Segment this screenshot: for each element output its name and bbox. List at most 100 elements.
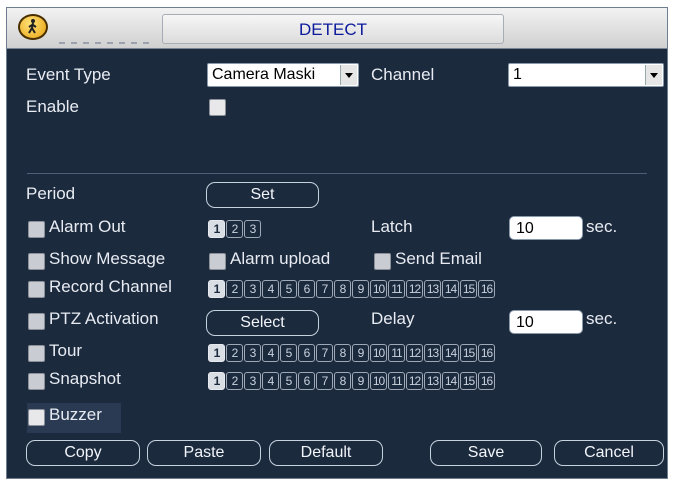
tour-checkbox[interactable]: [28, 345, 45, 362]
snapshot-channel-15[interactable]: 15: [460, 372, 477, 390]
cancel-button[interactable]: Cancel: [554, 440, 664, 466]
tour-channel-16[interactable]: 16: [478, 344, 495, 362]
show-message-label: Show Message: [49, 249, 166, 268]
latch-unit: sec.: [586, 217, 618, 236]
snapshot-channel-2[interactable]: 2: [226, 372, 243, 390]
record-channel-3[interactable]: 3: [244, 280, 261, 298]
snapshot-channel-9[interactable]: 9: [352, 372, 369, 390]
delay-input[interactable]: 10: [509, 310, 583, 334]
channel-label: Channel: [371, 65, 435, 84]
tour-channel-13[interactable]: 13: [424, 344, 441, 362]
send-email-checkbox[interactable]: [374, 253, 391, 270]
delay-unit: sec.: [586, 309, 618, 328]
tour-channel-2[interactable]: 2: [226, 344, 243, 362]
alarm-out-channel-1[interactable]: 1: [208, 220, 225, 238]
snapshot-channel-1[interactable]: 1: [208, 372, 225, 390]
record-channel-11[interactable]: 11: [388, 280, 405, 298]
alarm-out-channel-2[interactable]: 2: [226, 220, 243, 238]
tour-channel-7[interactable]: 7: [316, 344, 333, 362]
tour-channel-4[interactable]: 4: [262, 344, 279, 362]
title-decoration: [59, 42, 149, 44]
record-channel-6[interactable]: 6: [298, 280, 315, 298]
event-type-value: Camera Maski: [212, 66, 316, 83]
divider: [27, 173, 647, 174]
record-channel-4[interactable]: 4: [262, 280, 279, 298]
snapshot-channel-13[interactable]: 13: [424, 372, 441, 390]
alarm-upload-checkbox[interactable]: [209, 253, 226, 270]
snapshot-channel-3[interactable]: 3: [244, 372, 261, 390]
event-type-label: Event Type: [26, 65, 111, 84]
record-channel-14[interactable]: 14: [442, 280, 459, 298]
title-tab: DETECT: [162, 14, 504, 44]
chevron-down-icon[interactable]: [340, 65, 357, 85]
record-channel-13[interactable]: 13: [424, 280, 441, 298]
ptz-activation-label: PTZ Activation: [49, 309, 159, 328]
alarm-upload-label: Alarm upload: [230, 249, 331, 268]
record-channels: 1 2 3 4 5 6 7 8 9 10 11 12 13 14 15 16: [208, 280, 495, 298]
chevron-down-icon[interactable]: [645, 65, 662, 85]
show-message-checkbox[interactable]: [28, 253, 45, 270]
enable-checkbox[interactable]: [209, 99, 226, 116]
record-channel-9[interactable]: 9: [352, 280, 369, 298]
alarm-out-label: Alarm Out: [49, 217, 126, 236]
tour-channel-9[interactable]: 9: [352, 344, 369, 362]
tour-channel-1[interactable]: 1: [208, 344, 225, 362]
latch-value: 10: [516, 220, 534, 237]
alarm-out-checkbox[interactable]: [28, 221, 45, 238]
snapshot-channel-4[interactable]: 4: [262, 372, 279, 390]
record-channel-12[interactable]: 12: [406, 280, 423, 298]
record-channel-7[interactable]: 7: [316, 280, 333, 298]
record-channel-16[interactable]: 16: [478, 280, 495, 298]
paste-button[interactable]: Paste: [147, 440, 261, 466]
ptz-select-button[interactable]: Select: [206, 310, 319, 336]
enable-label: Enable: [26, 97, 79, 116]
snapshot-channel-16[interactable]: 16: [478, 372, 495, 390]
record-channel-5[interactable]: 5: [280, 280, 297, 298]
snapshot-channel-8[interactable]: 8: [334, 372, 351, 390]
tour-channel-11[interactable]: 11: [388, 344, 405, 362]
default-button[interactable]: Default: [269, 440, 383, 466]
record-channel-10[interactable]: 10: [370, 280, 387, 298]
save-button[interactable]: Save: [430, 440, 542, 466]
latch-input[interactable]: 10: [509, 216, 583, 240]
event-type-select[interactable]: Camera Maski: [207, 63, 359, 87]
period-set-button[interactable]: Set: [206, 182, 319, 208]
record-channel-15[interactable]: 15: [460, 280, 477, 298]
record-channel-1[interactable]: 1: [208, 280, 225, 298]
snapshot-channel-12[interactable]: 12: [406, 372, 423, 390]
alarm-out-channel-3[interactable]: 3: [244, 220, 261, 238]
window-title: DETECT: [299, 20, 367, 39]
record-channel-8[interactable]: 8: [334, 280, 351, 298]
period-label: Period: [26, 184, 76, 203]
channel-select[interactable]: 1: [508, 63, 664, 87]
snapshot-channel-5[interactable]: 5: [280, 372, 297, 390]
snapshot-channels: 1 2 3 4 5 6 7 8 9 10 11 12 13 14 15 16: [208, 372, 495, 390]
tour-channel-8[interactable]: 8: [334, 344, 351, 362]
snapshot-channel-10[interactable]: 10: [370, 372, 387, 390]
snapshot-channel-7[interactable]: 7: [316, 372, 333, 390]
tour-label: Tour: [49, 341, 83, 360]
tour-channel-6[interactable]: 6: [298, 344, 315, 362]
ptz-activation-checkbox[interactable]: [28, 313, 45, 330]
snapshot-channel-14[interactable]: 14: [442, 372, 459, 390]
latch-label: Latch: [371, 217, 413, 236]
title-bar: DETECT: [7, 8, 667, 49]
tour-channel-5[interactable]: 5: [280, 344, 297, 362]
tour-channel-3[interactable]: 3: [244, 344, 261, 362]
tour-channel-12[interactable]: 12: [406, 344, 423, 362]
copy-button[interactable]: Copy: [26, 440, 140, 466]
channel-value: 1: [513, 66, 522, 83]
tour-channels: 1 2 3 4 5 6 7 8 9 10 11 12 13 14 15 16: [208, 344, 495, 362]
snapshot-channel-6[interactable]: 6: [298, 372, 315, 390]
buzzer-label: Buzzer: [49, 405, 102, 424]
record-channel-checkbox[interactable]: [28, 281, 45, 298]
tour-channel-14[interactable]: 14: [442, 344, 459, 362]
snapshot-channel-11[interactable]: 11: [388, 372, 405, 390]
record-channel-2[interactable]: 2: [226, 280, 243, 298]
delay-label: Delay: [371, 309, 415, 328]
buzzer-checkbox[interactable]: [28, 409, 45, 426]
tour-channel-15[interactable]: 15: [460, 344, 477, 362]
alarm-out-channels: 123: [208, 220, 261, 238]
snapshot-checkbox[interactable]: [28, 373, 45, 390]
tour-channel-10[interactable]: 10: [370, 344, 387, 362]
